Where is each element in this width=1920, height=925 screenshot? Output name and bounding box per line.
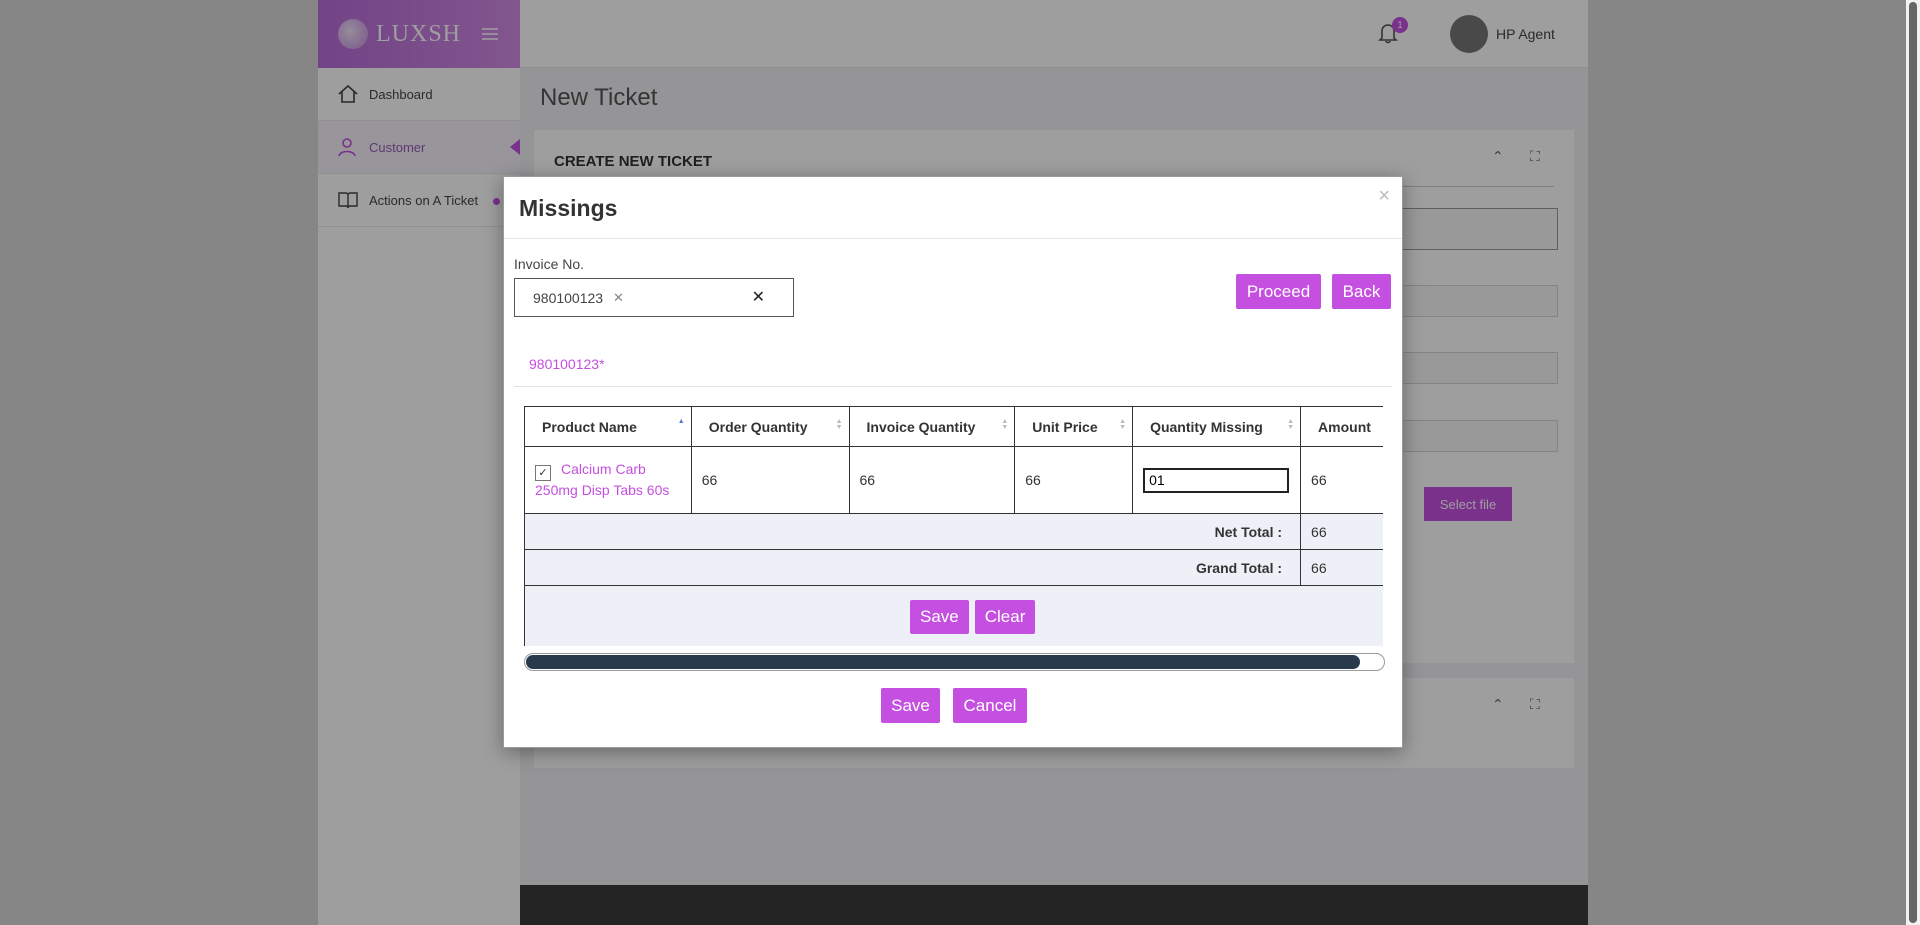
sort-icon: ▲ ▼ [835, 418, 843, 431]
invoice-select[interactable]: 980100123 ✕ ✕ [514, 278, 794, 317]
sort-icon: ▲ ▼ [1119, 418, 1127, 431]
back-button[interactable]: Back [1332, 274, 1391, 309]
sort-asc-icon: ▲ [677, 418, 685, 425]
table-actions-cell: Save Clear [524, 585, 1383, 646]
table-header-row: Product Name ▲ Order Quantity ▲ ▼ Invoice Q… [524, 406, 1383, 447]
modal-title: Missings [519, 195, 618, 221]
divider [514, 386, 1392, 387]
unit-price-cell: 66 [1014, 446, 1134, 514]
divider [504, 238, 1402, 239]
cancel-button[interactable]: Cancel [953, 688, 1027, 723]
grand-total-label: Grand Total : [524, 549, 1302, 586]
invoice-quantity-cell: 66 [848, 446, 1016, 514]
column-header-order-quantity[interactable]: Order Quantity ▲ ▼ [690, 406, 850, 447]
sort-icon: ▲ ▼ [1287, 418, 1295, 431]
invoice-link[interactable]: 980100123* [529, 356, 605, 372]
net-total-row: Net Total : 66 [524, 513, 1383, 550]
net-total-value: 66 [1300, 513, 1383, 550]
row-checkbox[interactable]: ✓ [535, 465, 551, 481]
missings-modal: Missings × Invoice No. 980100123 ✕ ✕ Pro… [503, 176, 1403, 748]
column-header-quantity-missing[interactable]: Quantity Missing ▲ ▼ [1132, 406, 1302, 447]
column-header-amount[interactable]: Amount [1300, 406, 1383, 447]
remove-tag-icon[interactable]: ✕ [613, 290, 624, 306]
table-clear-button[interactable]: Clear [974, 599, 1036, 634]
table-horizontal-scrollbar[interactable] [524, 653, 1385, 671]
grand-total-row: Grand Total : 66 [524, 549, 1383, 586]
scrollbar-thumb[interactable] [1909, 2, 1917, 923]
clear-icon[interactable]: ✕ [752, 287, 765, 307]
column-header-invoice-quantity[interactable]: Invoice Quantity ▲ ▼ [848, 406, 1016, 447]
table-save-button[interactable]: Save [910, 599, 969, 634]
table-row: ✓ Calcium Carb 250mg Disp Tabs 60s 66 66 … [524, 446, 1383, 514]
proceed-button[interactable]: Proceed [1236, 274, 1321, 309]
sort-icon: ▲ ▼ [1001, 418, 1009, 431]
invoice-label: Invoice No. [514, 256, 585, 272]
table-actions-row: Save Clear [524, 585, 1383, 646]
grand-total-value: 66 [1300, 549, 1383, 586]
product-cell[interactable]: ✓ Calcium Carb 250mg Disp Tabs 60s [524, 446, 692, 514]
amount-cell: 66 [1300, 446, 1383, 514]
missings-table-container: Product Name ▲ Order Quantity ▲ ▼ Invoice Q… [524, 406, 1383, 646]
quantity-missing-input[interactable] [1143, 467, 1290, 493]
missings-table: Product Name ▲ Order Quantity ▲ ▼ Invoice Q… [524, 406, 1383, 646]
page-scrollbar[interactable] [1906, 0, 1920, 925]
quantity-missing-cell [1132, 446, 1302, 514]
close-icon[interactable]: × [1378, 185, 1390, 208]
net-total-label: Net Total : [524, 513, 1302, 550]
product-name[interactable]: Calcium Carb 250mg Disp Tabs 60s [535, 461, 669, 498]
save-button[interactable]: Save [881, 688, 940, 723]
invoice-tag: 980100123 [533, 290, 604, 306]
order-quantity-cell: 66 [690, 446, 850, 514]
column-header-product-name[interactable]: Product Name ▲ [524, 406, 692, 447]
scrollbar-thumb[interactable] [526, 655, 1360, 669]
column-header-unit-price[interactable]: Unit Price ▲ ▼ [1014, 406, 1134, 447]
